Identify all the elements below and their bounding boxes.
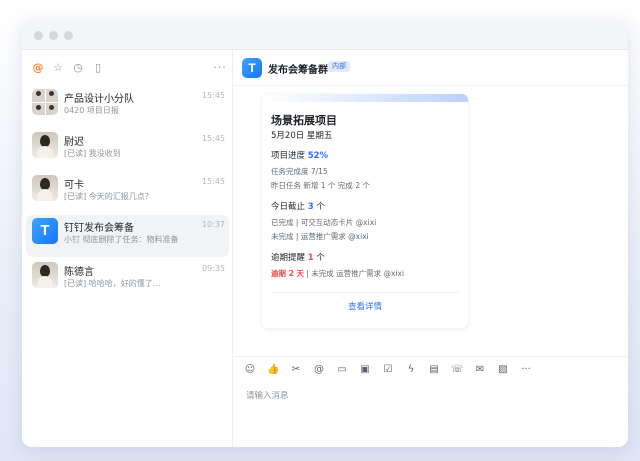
avatar — [32, 89, 58, 115]
view-details-link[interactable]: 查看详情 — [262, 300, 468, 312]
conversation-name: 产品设计小分队 — [64, 94, 134, 105]
title-bar — [22, 20, 628, 50]
mail-icon[interactable]: ✉ — [474, 364, 486, 376]
checkbox-icon[interactable]: ☑ — [382, 364, 394, 376]
internal-tag: 内部 — [328, 61, 350, 72]
conversation-item[interactable]: 尉迟 [已读] 我没收到 15:45 — [26, 129, 229, 171]
bolt-icon[interactable]: ϟ — [405, 364, 417, 376]
message-composer: ☺ 👍 ✂ @ ▭ ▣ ☑ ϟ ▤ ☏ ✉ ▨ ··· — [234, 356, 628, 447]
close-window-dot[interactable] — [34, 31, 43, 40]
conversation-preview: [已读] 我没收到 — [64, 149, 121, 158]
sidebar-toolbar: @ ☆ ◷ ▯ ··· — [22, 50, 233, 86]
conversation-time: 15:45 — [201, 177, 225, 186]
progress-line: 昨日任务 新增 1 个 完成 2 个 — [271, 181, 370, 190]
avatar — [32, 262, 58, 288]
avatar — [32, 175, 58, 201]
conversation-name: 可卡 — [64, 180, 84, 191]
conversation-name: 钉钉发布会筹备 — [64, 223, 134, 234]
progress-value: 52% — [307, 151, 329, 161]
avatar — [32, 132, 58, 158]
emoji-icon[interactable]: ☺ — [244, 364, 256, 376]
maximize-window-dot[interactable] — [64, 31, 73, 40]
conversation-preview: [已读] 今天的汇报几点？ — [64, 192, 153, 201]
deadline-line: 未完成 | 运营推广需求 @xixi — [271, 232, 369, 241]
progress-title: 项目进度 52% — [271, 151, 329, 161]
phone-icon[interactable]: ☏ — [451, 364, 464, 376]
scissors-icon[interactable]: ✂ — [290, 364, 302, 376]
card-date: 5月20日 星期五 — [271, 131, 333, 141]
overdue-days: 逾期 2 天 — [271, 269, 304, 278]
overdue-title: 逾期提醒 1 个 — [271, 253, 325, 263]
chat-panel: T 发布会筹备群 内部 场景拓展项目 5月20日 星期五 项目进度 52% 任务… — [234, 50, 628, 447]
conversation-item[interactable]: 可卡 [已读] 今天的汇报几点？ 15:45 — [26, 172, 229, 214]
chat-title: 发布会筹备群 — [268, 65, 328, 76]
group-avatar[interactable]: T — [242, 58, 262, 78]
overdue-line: 逾期 2 天 | 未完成 运营推广需求 @xixi — [271, 269, 405, 278]
message-input[interactable] — [246, 391, 606, 401]
conversation-preview: 小钉 彻底删除了任务：物料准备 — [64, 235, 179, 244]
dingtalk-logo-icon: T — [248, 61, 256, 75]
overdue-count: 1 — [307, 253, 314, 263]
star-icon[interactable]: ☆ — [52, 62, 64, 74]
project-card: 场景拓展项目 5月20日 星期五 项目进度 52% 任务完成度 7/15 昨日任… — [262, 94, 468, 328]
calendar-icon[interactable]: ▤ — [428, 364, 440, 376]
folder-icon[interactable]: ▭ — [336, 364, 348, 376]
doc-icon[interactable]: ▣ — [359, 364, 371, 376]
conversation-preview: [已读] 哈哈哈，好的懂了... — [64, 279, 161, 288]
message-area: 场景拓展项目 5月20日 星期五 项目进度 52% 任务完成度 7/15 昨日任… — [234, 86, 628, 356]
conversation-time: 15:45 — [201, 91, 225, 100]
conversation-item[interactable]: 产品设计小分队 0420 项目日报 15:45 — [26, 86, 229, 128]
deadline-title: 今日截止 3 个 — [271, 202, 325, 212]
conversation-item[interactable]: 陈德言 [已读] 哈哈哈，好的懂了... 09:35 — [26, 259, 229, 301]
card-divider — [271, 292, 459, 293]
thumbs-up-icon[interactable]: 👍 — [267, 364, 279, 376]
more-icon[interactable]: ··· — [213, 62, 227, 74]
conversation-time: 15:45 — [201, 134, 225, 143]
card-title: 场景拓展项目 — [271, 114, 337, 127]
image-icon[interactable]: ▨ — [497, 364, 509, 376]
card-header-band — [262, 94, 468, 102]
conversation-item-active[interactable]: T 钉钉发布会筹备 小钉 彻底删除了任务：物料准备 10:37 — [26, 215, 229, 257]
conversation-preview: 0420 项目日报 — [64, 106, 119, 115]
document-icon[interactable]: ▯ — [92, 62, 104, 74]
at-mention-icon[interactable]: @ — [32, 62, 44, 74]
app-window: @ ☆ ◷ ▯ ··· 产品设计小分队 0420 项目日报 15:45 尉迟 [… — [22, 20, 628, 447]
at-icon[interactable]: @ — [313, 364, 325, 376]
deadline-line: 已完成 | 可交互动态卡片 @xixi — [271, 218, 377, 227]
conversation-name: 陈德言 — [64, 267, 94, 278]
conversation-name: 尉迟 — [64, 137, 84, 148]
more-icon[interactable]: ··· — [520, 364, 532, 376]
sidebar: @ ☆ ◷ ▯ ··· 产品设计小分队 0420 项目日报 15:45 尉迟 [… — [22, 50, 233, 447]
conversation-time: 09:35 — [201, 264, 225, 273]
deadline-count: 3 — [307, 202, 314, 212]
dingtalk-logo-icon: T — [40, 222, 50, 239]
chat-header: T 发布会筹备群 内部 — [234, 50, 628, 86]
progress-line: 任务完成度 7/15 — [271, 167, 328, 176]
minimize-window-dot[interactable] — [49, 31, 58, 40]
avatar: T — [32, 218, 58, 244]
conversation-time: 10:37 — [201, 220, 225, 229]
clock-icon[interactable]: ◷ — [72, 62, 84, 74]
